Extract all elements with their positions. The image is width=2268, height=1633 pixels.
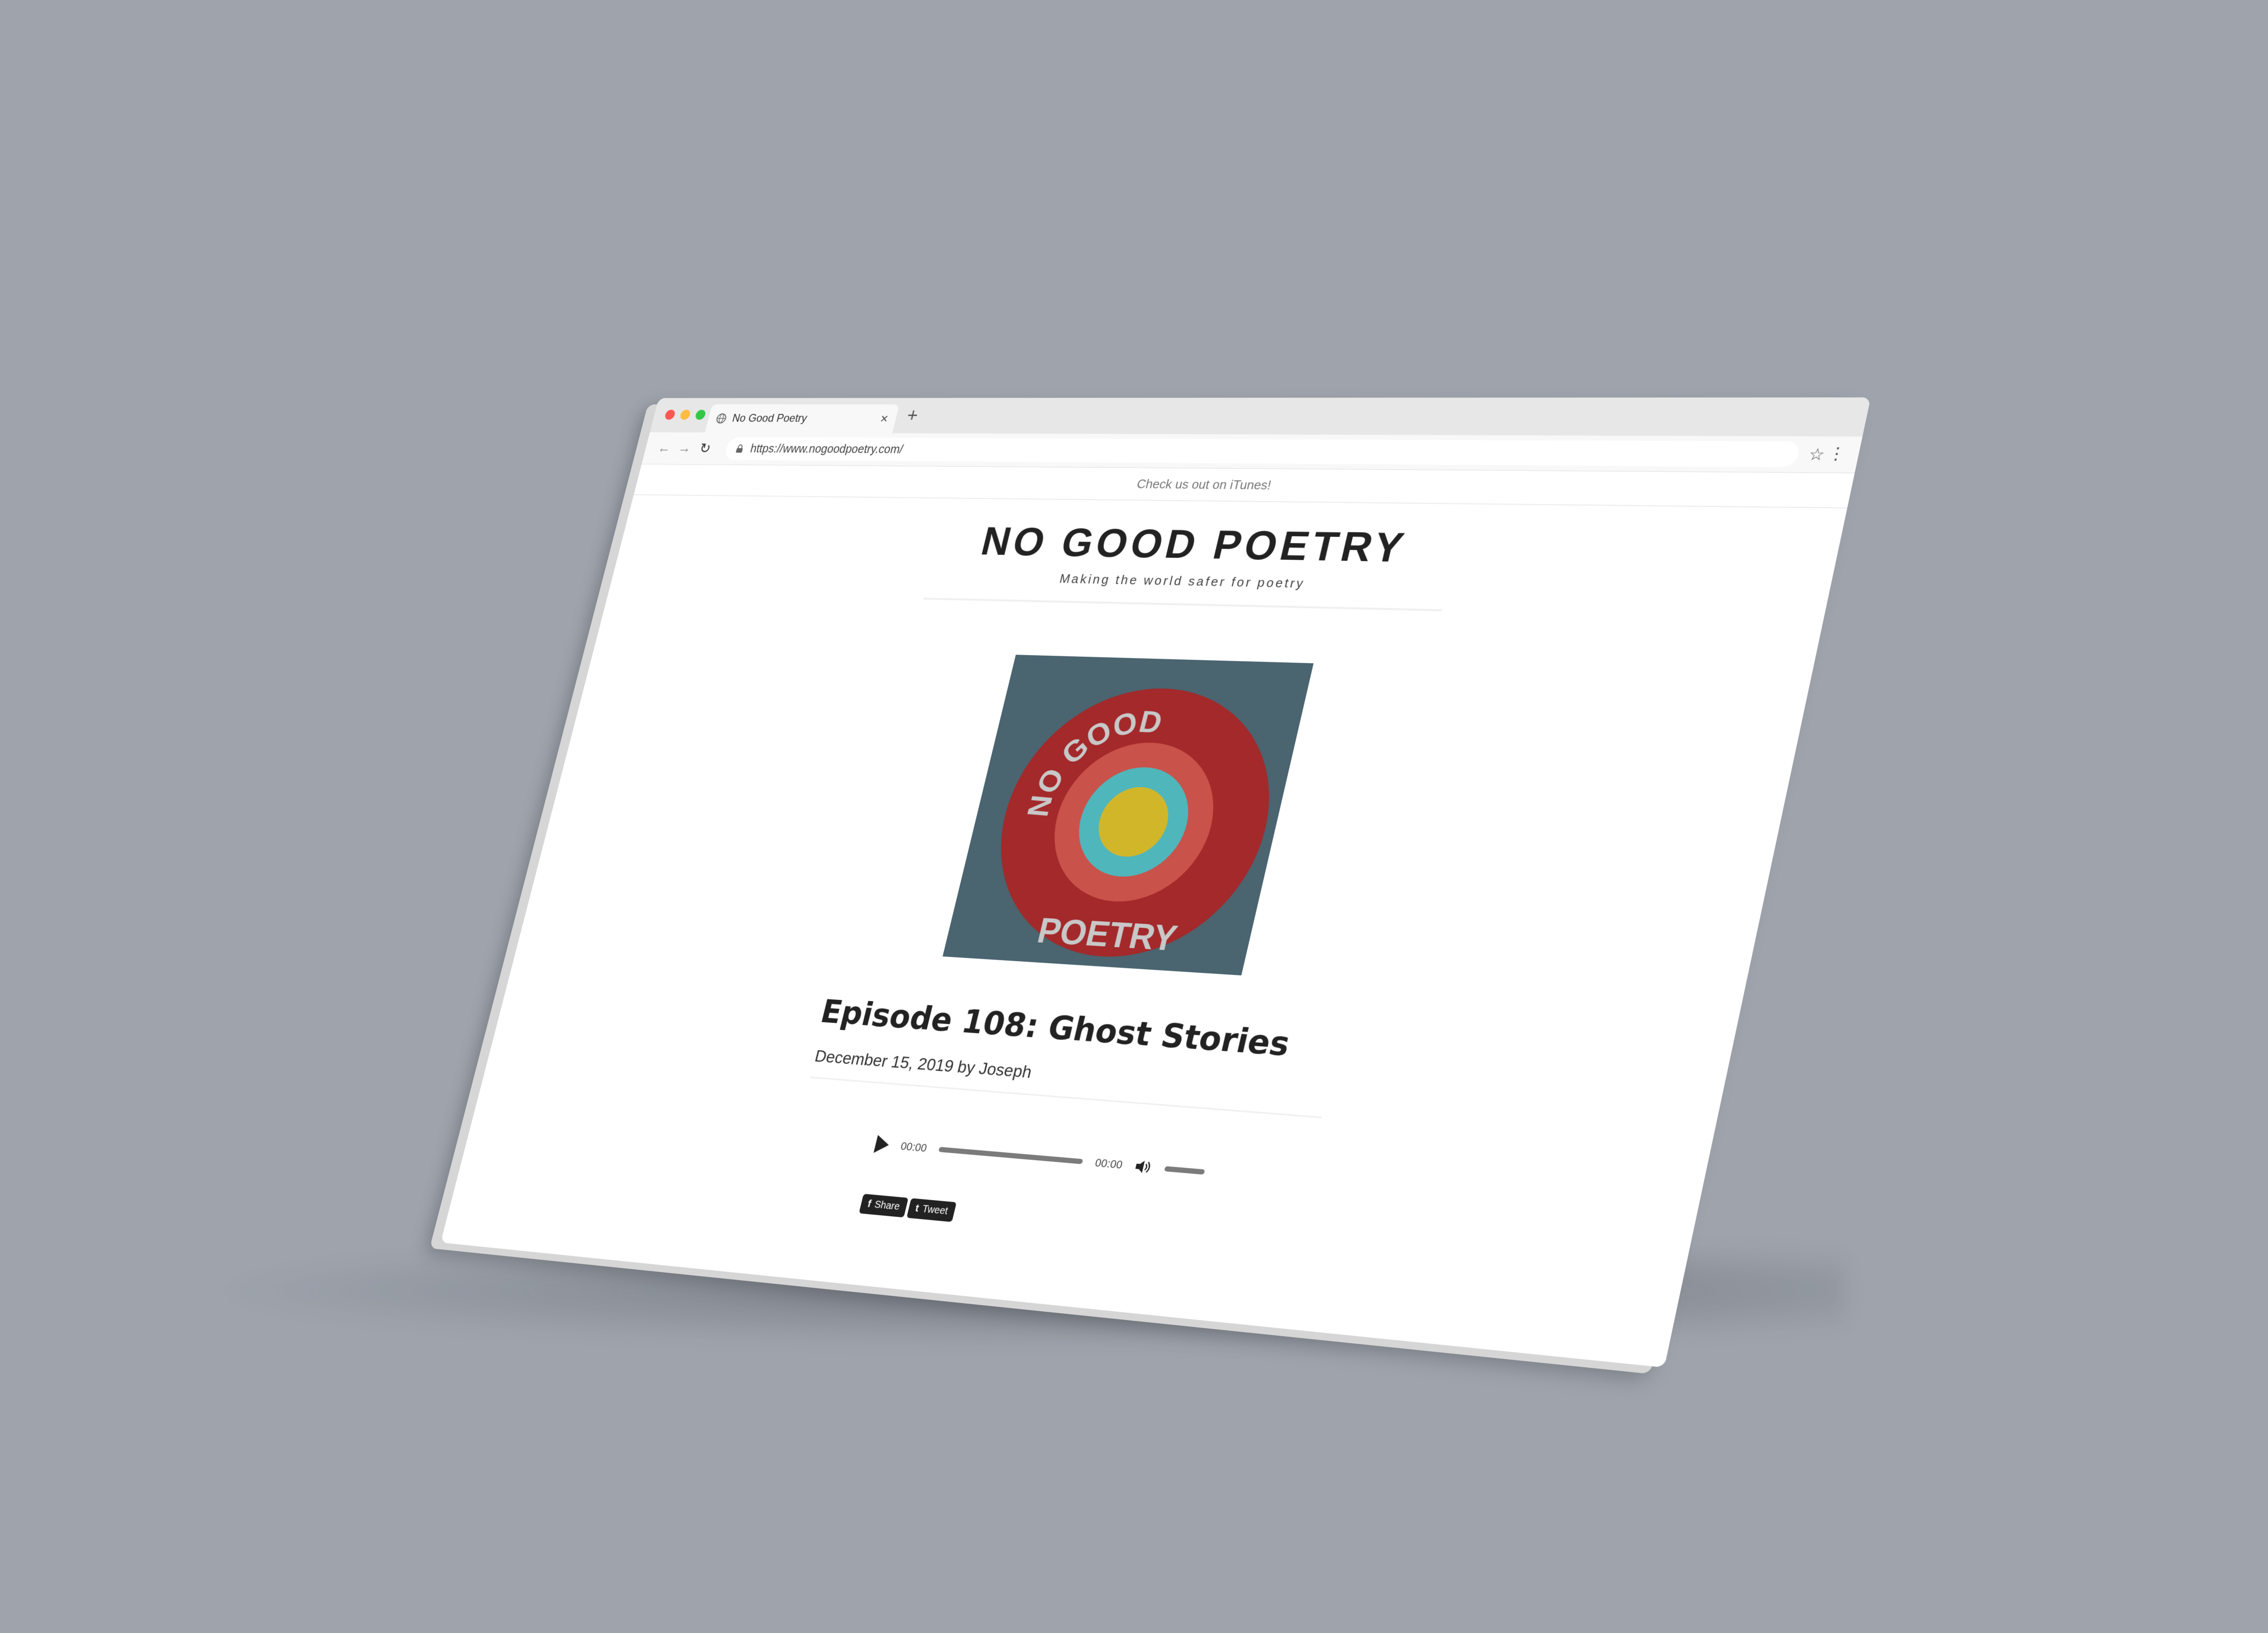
url-text: https://www.nogoodpoetry.com/: [749, 442, 905, 456]
facebook-icon: f: [866, 1198, 872, 1210]
duration-time: 00:00: [1094, 1156, 1124, 1171]
header-divider: [923, 597, 1442, 611]
maximize-window-button[interactable]: [695, 410, 707, 420]
browser-window: No Good Poetry × + ← → ↻ https://www.nog…: [440, 397, 1871, 1368]
podcast-logo-art: NO GOOD POETRY: [942, 655, 1314, 976]
lock-icon: [734, 444, 746, 454]
star-icon[interactable]: ☆: [1807, 445, 1826, 464]
volume-slider[interactable]: [1164, 1166, 1206, 1175]
close-window-button[interactable]: [664, 410, 676, 420]
facebook-share-button[interactable]: f Share: [859, 1194, 909, 1218]
facebook-share-label: Share: [873, 1199, 901, 1213]
page-content: Check us out on iTunes! NO GOOD POETRY M…: [440, 464, 1855, 1368]
audio-player: 00:00 00:00: [858, 1128, 1237, 1190]
progress-bar[interactable]: [938, 1147, 1084, 1164]
minimize-window-button[interactable]: [679, 410, 691, 420]
play-icon[interactable]: [873, 1135, 891, 1154]
globe-icon: [715, 413, 728, 424]
podcast-logo: NO GOOD POETRY: [942, 655, 1314, 976]
window-controls: [664, 410, 707, 420]
twitter-tweet-label: Tweet: [921, 1203, 949, 1217]
tab-strip: No Good Poetry × +: [650, 397, 1871, 437]
twitter-tweet-button[interactable]: t Tweet: [906, 1198, 957, 1222]
address-bar[interactable]: https://www.nogoodpoetry.com/: [723, 437, 1801, 467]
new-tab-button[interactable]: +: [905, 405, 920, 426]
volume-icon[interactable]: [1133, 1158, 1154, 1175]
tab-no-good-poetry[interactable]: No Good Poetry ×: [705, 404, 900, 433]
tab-title: No Good Poetry: [731, 412, 809, 425]
current-time: 00:00: [899, 1140, 928, 1155]
share-buttons: f Share t Tweet: [845, 1192, 1221, 1247]
menu-kebab-icon[interactable]: ⋮: [1826, 444, 1848, 463]
reload-icon[interactable]: ↻: [693, 441, 718, 457]
twitter-icon: t: [914, 1203, 920, 1214]
stage: No Good Poetry × + ← → ↻ https://www.nog…: [0, 0, 2268, 1633]
